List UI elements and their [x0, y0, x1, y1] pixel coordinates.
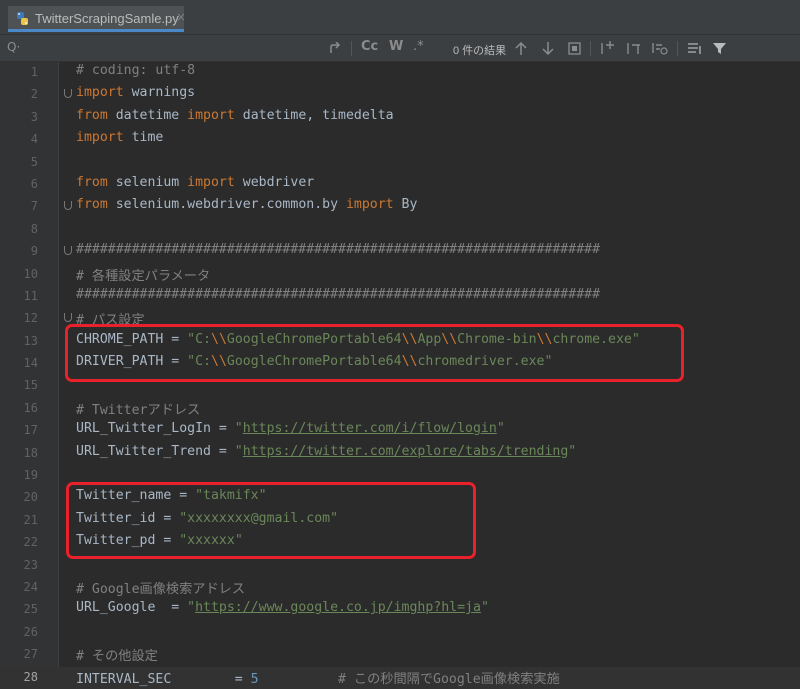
code-line: 16 # Twitterアドレス: [0, 398, 800, 420]
replace-icon[interactable]: [328, 42, 342, 56]
code-text: ########################################…: [76, 242, 601, 258]
code-line: 26: [0, 622, 800, 644]
code-line: 6 from selenium import webdriver: [0, 174, 800, 196]
fold-marker-icon[interactable]: [64, 313, 72, 323]
code-line: 9 #######################################…: [0, 241, 800, 263]
line-number: 24: [23, 579, 38, 594]
code-text: import time: [76, 130, 164, 146]
line-number: 21: [23, 512, 38, 527]
line-number: 13: [23, 333, 38, 348]
regex-button[interactable]: .*: [413, 39, 424, 54]
arrow-down-icon[interactable]: [541, 41, 555, 56]
line-number: 26: [23, 624, 38, 639]
code-text: ########################################…: [76, 286, 601, 302]
code-line: 3 from datetime import datetime, timedelt…: [0, 107, 800, 129]
code-line: 27 # その他設定: [0, 644, 800, 666]
code-text: URL_Twitter_LogIn = "https://twitter.com…: [76, 421, 505, 437]
line-number: 17: [23, 423, 38, 438]
line-number: 12: [23, 311, 38, 326]
line-number: 4: [30, 132, 38, 147]
file-tab[interactable]: TwitterScrapingSamle.py ×: [8, 6, 186, 32]
line-number: 11: [23, 288, 38, 303]
add-caret-icon[interactable]: [600, 41, 616, 56]
remove-caret-icon[interactable]: [626, 41, 642, 56]
line-number: 10: [23, 266, 38, 281]
line-number: 3: [30, 109, 38, 124]
line-number: 9: [30, 244, 38, 259]
match-case-button[interactable]: Cc: [361, 39, 378, 54]
fold-marker-icon[interactable]: [64, 201, 72, 211]
search-input[interactable]: [40, 37, 324, 61]
python-file-icon: [17, 12, 28, 25]
code-text: URL_Twitter_Trend = "https://twitter.com…: [76, 443, 577, 459]
code-text: # Google画像検索アドレス: [76, 581, 246, 597]
highlight-box-paths: [65, 324, 684, 382]
line-number: 23: [23, 557, 38, 572]
line-number: 15: [23, 378, 38, 393]
code-line: 24 # Google画像検索アドレス: [0, 577, 800, 599]
line-number: 5: [30, 154, 38, 169]
code-text: # 各種設定パラメータ: [76, 268, 211, 284]
line-number: 20: [23, 490, 38, 505]
line-number: 14: [23, 356, 38, 371]
line-number: 28: [23, 669, 38, 684]
whole-words-button[interactable]: W: [389, 39, 403, 54]
code-text: # coding: utf-8: [76, 63, 196, 78]
line-number: 2: [30, 87, 38, 102]
code-line: 17 URL_Twitter_LogIn = "https://twitter.c…: [0, 420, 800, 442]
funnel-icon[interactable]: [712, 41, 727, 56]
code-text: INTERVAL_SEC = 5 # この秒間隔でGoogle画像検索実施: [76, 671, 560, 687]
code-line: 18 URL_Twitter_Trend = "https://twitter.c…: [0, 443, 800, 465]
code-line: 8: [0, 219, 800, 241]
arrow-up-icon[interactable]: [514, 41, 528, 56]
line-number: 7: [30, 199, 38, 214]
code-text: import warnings: [76, 85, 196, 101]
code-text: from selenium import webdriver: [76, 174, 315, 190]
results-count: 0 件の結果: [453, 45, 507, 57]
code-line: 25 URL_Google = "https://www.google.co.jp…: [0, 599, 800, 621]
select-all-icon[interactable]: [567, 41, 582, 56]
fold-marker-icon[interactable]: [64, 246, 72, 256]
line-number: 25: [23, 602, 38, 617]
line-number: 22: [23, 535, 38, 550]
code-line: 11 ######################################…: [0, 286, 800, 308]
close-tab-icon[interactable]: ×: [176, 10, 186, 24]
code-text: # Twitterアドレス: [76, 402, 201, 418]
highlight-box-credentials: [66, 482, 476, 559]
line-number: 18: [23, 445, 38, 460]
fold-marker-icon[interactable]: [64, 89, 72, 99]
line-number: 19: [23, 468, 38, 483]
code-line: 1 # coding: utf-8: [0, 62, 800, 84]
code-text: URL_Google = "https://www.google.co.jp/i…: [76, 600, 489, 616]
current-code-line: 28 INTERVAL_SEC = 5 # この秒間隔でGoogle画像検索実施: [0, 666, 800, 689]
code-line: 2 import warnings: [0, 84, 800, 106]
search-icon[interactable]: Q·: [7, 40, 20, 54]
code-text: from datetime import datetime, timedelta: [76, 107, 394, 123]
line-number: 27: [23, 647, 38, 662]
code-text: # その他設定: [76, 649, 158, 665]
line-number: 1: [30, 65, 38, 79]
line-number: 8: [30, 221, 38, 236]
code-line: 5: [0, 152, 800, 174]
file-tab-title: TwitterScrapingSamle.py: [35, 11, 179, 26]
find-bar: Q· Cc W .* 0 件の結果: [0, 34, 800, 62]
code-line: 10 # 各種設定パラメータ: [0, 264, 800, 286]
editor-tab-bar: TwitterScrapingSamle.py ×: [0, 0, 800, 34]
line-number: 6: [30, 176, 38, 191]
select-matches-icon[interactable]: [651, 41, 669, 56]
code-line: 4 import time: [0, 129, 800, 151]
code-line: 7 from selenium.webdriver.common.by impor…: [0, 196, 800, 218]
filter-lines-icon[interactable]: [687, 41, 703, 56]
code-text: from selenium.webdriver.common.by import…: [76, 197, 418, 213]
line-number: 16: [23, 400, 38, 415]
